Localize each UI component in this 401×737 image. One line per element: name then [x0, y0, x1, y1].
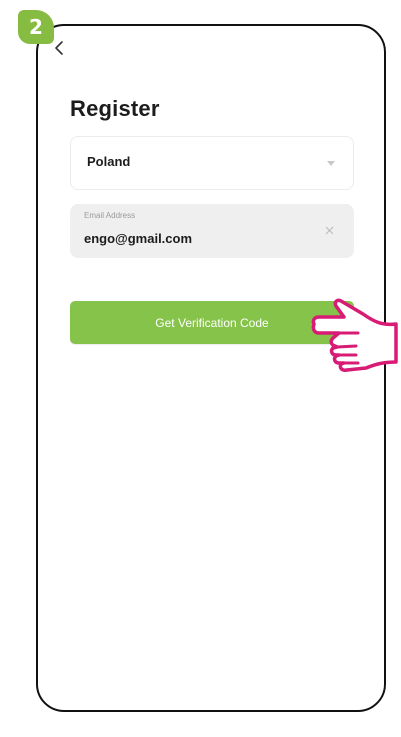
- close-icon[interactable]: [325, 226, 334, 235]
- country-select[interactable]: Poland: [70, 136, 354, 190]
- email-field-label: Email Address: [84, 211, 136, 220]
- email-field[interactable]: Email Address engo@gmail.com: [70, 204, 354, 258]
- country-value: Poland: [87, 154, 131, 169]
- chevron-left-icon[interactable]: [52, 40, 66, 56]
- pointing-hand-icon: [311, 298, 398, 372]
- step-badge: 2: [18, 10, 54, 44]
- instruction-page: 2 Register Poland Email Address engo@gma…: [0, 0, 401, 737]
- chevron-down-icon: [327, 161, 335, 166]
- page-title: Register: [70, 96, 160, 121]
- email-field-value: engo@gmail.com: [84, 231, 193, 246]
